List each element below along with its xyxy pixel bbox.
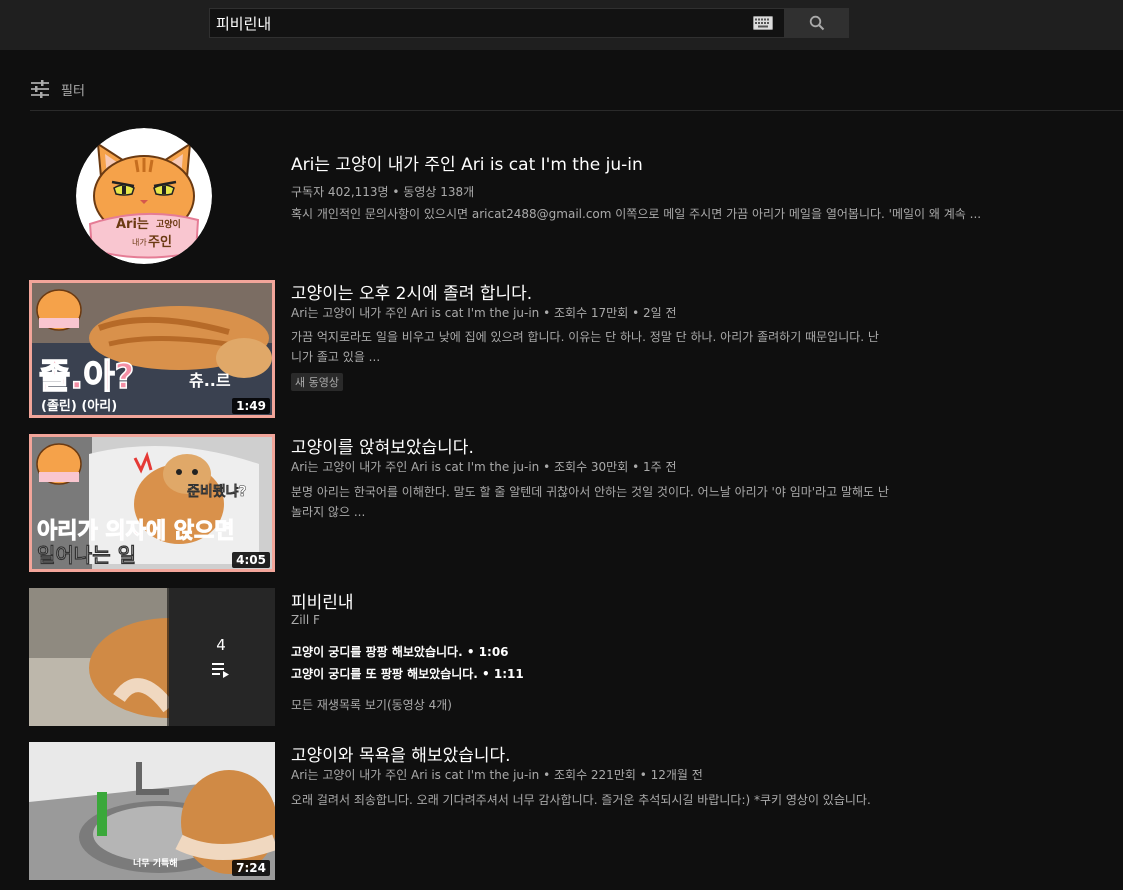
- thumb-caption: (졸린) (아리): [41, 398, 117, 414]
- video-description: 분명 아리는 한국어를 이해한다. 말도 할 줄 알텐데 귀찮아서 안하는 것일…: [291, 485, 889, 519]
- sliders-icon: [31, 80, 49, 98]
- thumb-caption: 아리가 의자에 앉으면: [37, 519, 234, 544]
- video-thumbnail[interactable]: 아리가 의자에 앉으면 일어나는 일 준비됐냐? 4:05: [29, 434, 275, 572]
- filter-button[interactable]: 필터: [30, 78, 85, 100]
- avatar-text-2: 고양이: [156, 218, 181, 230]
- view-full-playlist-link[interactable]: 모든 재생목록 보기(동영상 4개): [291, 696, 452, 713]
- video-meta: Ari는 고양이 내가 주인 Ari is cat I'm the ju-in …: [291, 460, 677, 474]
- video-thumbnail[interactable]: 졸.아? (졸린) (아리) 츄..르 1:49: [29, 280, 275, 418]
- video-title[interactable]: 고양이는 오후 2시에 졸려 합니다.: [291, 279, 532, 304]
- thumb-caption: 너무 기특해: [133, 857, 178, 869]
- channel-description: 혹시 개인적인 문의사항이 있으시면 aricat2488@gmail.com …: [291, 207, 982, 221]
- playlist-count: 4: [216, 636, 226, 654]
- thumb-caption: 일어나는 일: [37, 543, 136, 567]
- video-duration: 1:49: [232, 398, 270, 414]
- video-meta: Ari는 고양이 내가 주인 Ari is cat I'm the ju-in …: [291, 768, 703, 782]
- channel-avatar[interactable]: Ari는 고양이 내가 주인: [76, 128, 212, 264]
- masthead: [0, 0, 1123, 50]
- divider: [30, 110, 1123, 111]
- cat-logo-icon: Ari는 고양이 내가 주인: [76, 128, 212, 264]
- filter-label: 필터: [61, 83, 85, 99]
- video-description: 가끔 억지로라도 일을 비우고 낮에 집에 있으려 합니다. 이유는 단 하나.…: [291, 330, 879, 364]
- avatar-text-3: 내가: [132, 238, 147, 247]
- new-video-badge: 새 동영상: [291, 373, 343, 391]
- avatar-text-1: Ari는: [116, 217, 149, 232]
- keyboard-icon[interactable]: [753, 16, 773, 30]
- search-input[interactable]: [210, 9, 750, 37]
- playlist-thumbnail[interactable]: 4: [29, 588, 275, 726]
- video-duration: 7:24: [232, 860, 270, 876]
- video-title[interactable]: 고양이와 목욕을 해보았습니다.: [291, 741, 511, 766]
- video-title[interactable]: 고양이를 앉혀보았습니다.: [291, 433, 474, 458]
- search-button[interactable]: [785, 8, 849, 38]
- channel-stats: 구독자 402,113명 • 동영상 138개: [291, 185, 475, 199]
- video-description: 오래 걸려서 죄송합니다. 오래 기다려주셔서 너무 감사합니다. 즐거운 추석…: [291, 793, 871, 807]
- playlist-channel[interactable]: Zill F: [291, 613, 320, 627]
- video-thumbnail[interactable]: 너무 기특해 7:24: [29, 742, 275, 880]
- avatar-text-4: 주인: [148, 234, 172, 250]
- search-box[interactable]: [209, 8, 785, 38]
- playlist-item[interactable]: 고양이 궁디를 또 팡팡 해보았습니다. • 1:11: [291, 665, 524, 682]
- thumb-caption: 졸.아?: [39, 357, 134, 397]
- playlist-title[interactable]: 피비린내: [291, 588, 354, 613]
- video-duration: 4:05: [232, 552, 270, 568]
- playlist-overlay: 4: [167, 588, 275, 726]
- thumb-caption: 준비됐냐?: [187, 483, 247, 500]
- thumb-caption: 츄..르: [189, 371, 231, 390]
- channel-title[interactable]: Ari는 고양이 내가 주인 Ari is cat I'm the ju-in: [291, 150, 643, 175]
- video-meta: Ari는 고양이 내가 주인 Ari is cat I'm the ju-in …: [291, 306, 677, 320]
- playlist-item[interactable]: 고양이 궁디를 팡팡 해보았습니다. • 1:06: [291, 643, 509, 660]
- playlist-icon: [212, 663, 229, 678]
- search-icon: [809, 15, 825, 31]
